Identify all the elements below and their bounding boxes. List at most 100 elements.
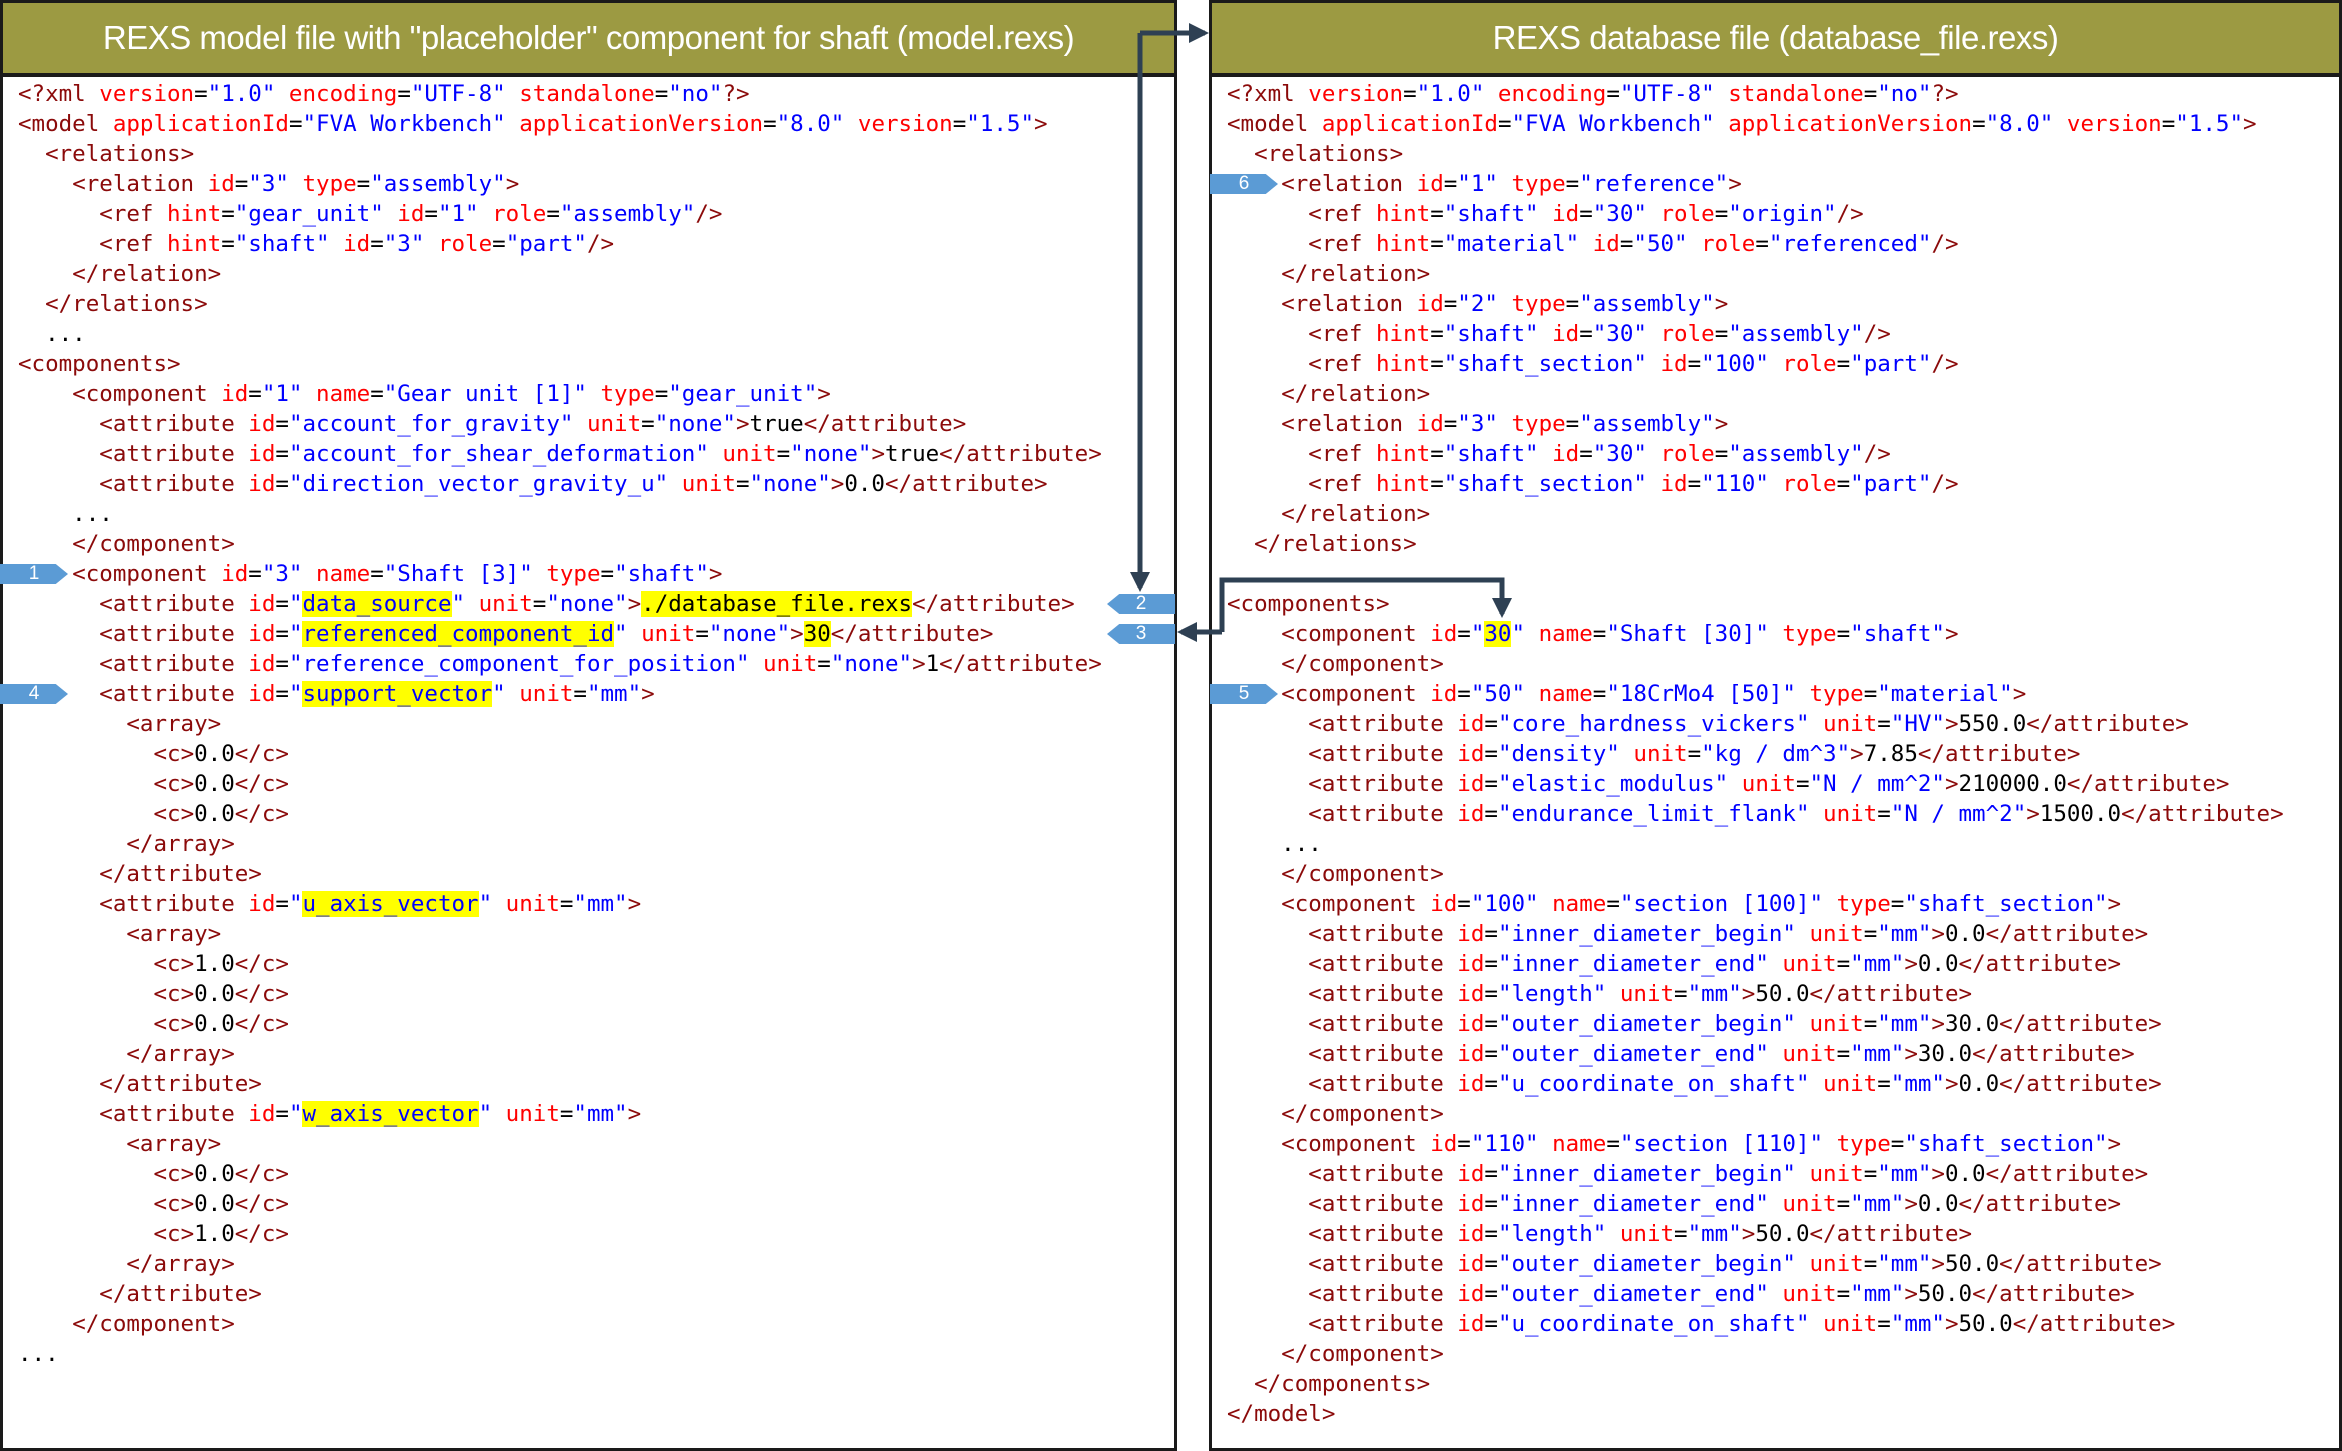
code-token: <attribute: [1308, 1011, 1444, 1037]
code-token: id: [234, 651, 276, 677]
code-token: applicationVersion: [505, 111, 764, 137]
code-token: >: [1389, 141, 1404, 167]
code-token: =: [1579, 321, 1593, 347]
code-token: <attribute: [1308, 1041, 1444, 1067]
code-token: role: [1768, 351, 1837, 377]
code-token: <relations: [45, 141, 181, 167]
code-token: =: [763, 111, 777, 137]
code-token: "shaft": [234, 231, 330, 257]
code-token: </c: [234, 741, 276, 767]
code-token: >: [1944, 1311, 1959, 1337]
code-token: </attribute: [1985, 921, 2135, 947]
code-token: "1.0": [1416, 81, 1485, 107]
step-badge-6: 6: [1210, 174, 1278, 194]
code-token: >: [221, 1311, 235, 1337]
step-badge-2: 2: [1107, 594, 1175, 614]
code-token: </c: [234, 1221, 276, 1247]
code-token: >: [2134, 1161, 2149, 1187]
code-token: =: [1836, 951, 1851, 977]
code-token: >: [830, 471, 845, 497]
code-token: </attribute: [1999, 1071, 2149, 1097]
code-token: id: [1403, 291, 1444, 317]
code-line: <attribute id="data_source" unit="none">…: [18, 589, 1102, 619]
step-badge-4: 4: [0, 684, 68, 704]
code-token: "none": [708, 621, 791, 647]
code-line: <c>0.0</c>: [18, 1009, 1102, 1039]
code-token: <attribute: [99, 471, 235, 497]
code-token: <relation: [1281, 291, 1404, 317]
code-token: =: [776, 441, 791, 467]
code-token: <attribute: [1308, 1251, 1444, 1277]
code-token: =: [1890, 891, 1905, 917]
code-token: "FVA Workbench": [302, 111, 506, 137]
code-token: >: [1904, 951, 1918, 977]
code-token: >: [1728, 171, 1742, 197]
code-token: 7.85: [1863, 741, 1918, 767]
highlighted-token: 30: [1484, 621, 1512, 647]
code-token: <component: [1281, 1131, 1417, 1157]
code-token: unit: [1809, 711, 1878, 737]
code-token: <component: [1281, 681, 1417, 707]
code-token: "30": [1592, 201, 1647, 227]
code-token: >: [1321, 1401, 1336, 1427]
highlighted-token: 30: [803, 621, 831, 647]
code-token: =: [1606, 891, 1620, 917]
step-badge-3: 3: [1107, 624, 1175, 644]
code-line: <c>0.0</c>: [18, 769, 1102, 799]
code-token: "1": [261, 381, 303, 407]
code-token: 0.0: [1944, 921, 1986, 947]
code-token: </c: [234, 1011, 276, 1037]
code-line: <ref hint="shaft" id="30" role="assembly…: [1227, 439, 2284, 469]
code-token: =: [1565, 171, 1580, 197]
code-token: "shaft": [1443, 321, 1539, 347]
code-line: <?xml version="1.0" encoding="UTF-8" sta…: [18, 79, 1102, 109]
code-line: <attribute id="u_coordinate_on_shaft" un…: [1227, 1309, 2284, 1339]
code-token: =: [1755, 231, 1769, 257]
code-token: <component: [1281, 621, 1417, 647]
code-token: =: [1877, 1071, 1891, 1097]
code-token: "length": [1497, 1221, 1607, 1247]
code-token: >: [1741, 981, 1756, 1007]
code-token: "mm": [1687, 1221, 1742, 1247]
code-token: standalone: [1714, 81, 1864, 107]
code-token: =: [1714, 321, 1729, 347]
code-token: </attribute: [2121, 801, 2271, 827]
code-token: "elastic_modulus": [1497, 771, 1729, 797]
code-token: "reference": [1579, 171, 1729, 197]
code-token: >: [1850, 741, 1864, 767]
code-token: </attribute: [1958, 951, 2108, 977]
code-token: unit: [573, 411, 642, 437]
code-token: =: [275, 1101, 289, 1127]
code-token: type: [1795, 681, 1864, 707]
code-token: "18CrMo4 [50]": [1606, 681, 1796, 707]
code-line: <attribute id="referenced_component_id" …: [18, 619, 1102, 649]
code-token: =: [952, 111, 967, 137]
code-line: <relation id="1" type="reference">: [1227, 169, 2284, 199]
code-token: type: [1823, 1131, 1891, 1157]
code-token: id: [383, 201, 425, 227]
code-token: =: [1443, 291, 1458, 317]
code-token: 550.0: [1958, 711, 2027, 737]
code-token: id: [1443, 1071, 1485, 1097]
code-token: version: [85, 81, 195, 107]
code-token: >: [1403, 531, 1417, 557]
code-token: =: [1890, 1131, 1905, 1157]
code-token: </c: [234, 801, 276, 827]
code-line: <relation id="3" type="assembly">: [18, 169, 1102, 199]
code-token: </attribute: [2012, 1311, 2162, 1337]
code-token: "assembly": [559, 201, 696, 227]
code-token: type: [532, 561, 601, 587]
